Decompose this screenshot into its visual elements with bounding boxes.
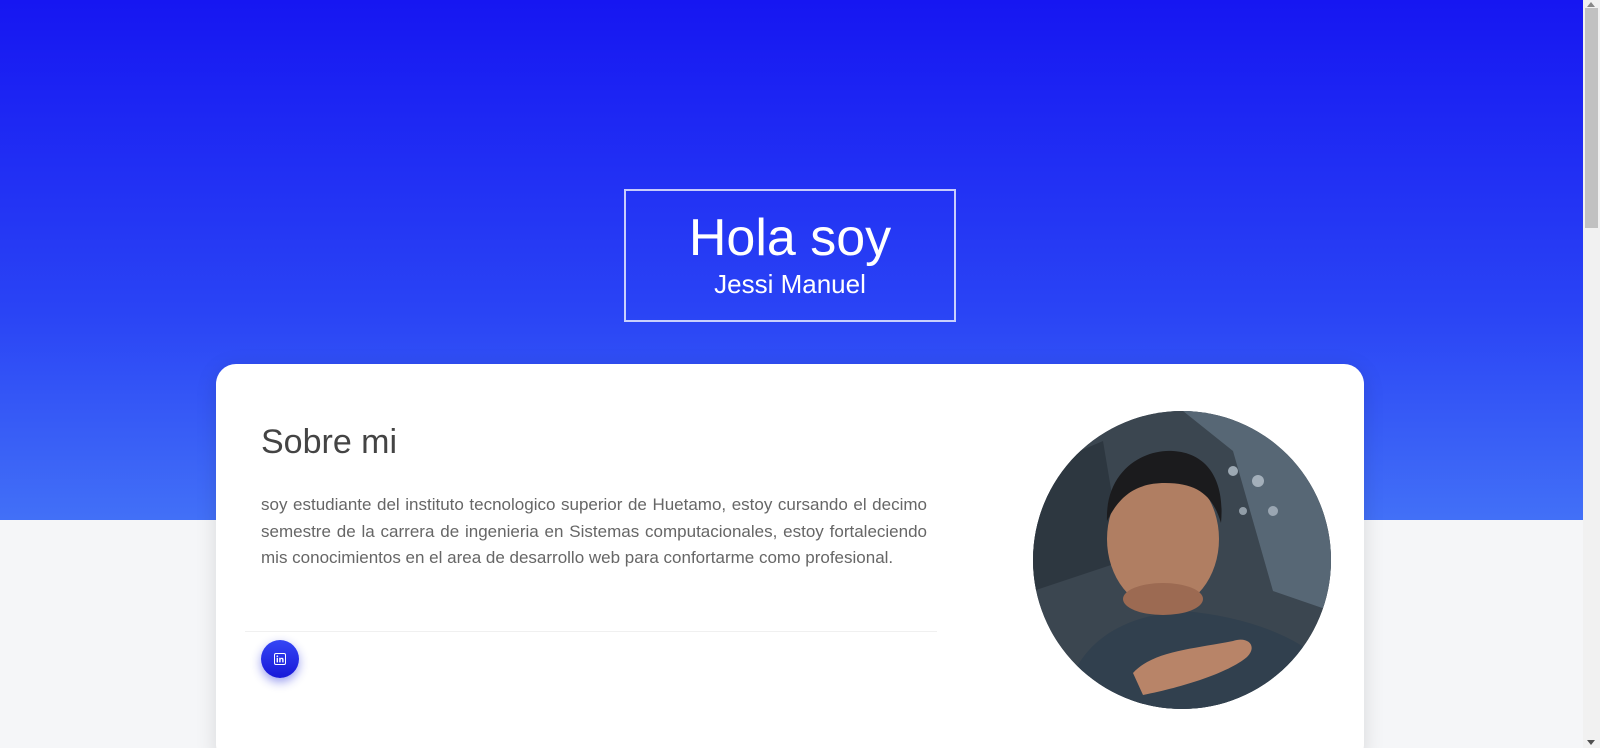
about-description: soy estudiante del instituto tecnologico… bbox=[261, 495, 927, 567]
scrollbar[interactable] bbox=[1583, 0, 1600, 748]
about-heading: Sobre mi bbox=[261, 423, 398, 461]
linkedin-button[interactable] bbox=[261, 640, 299, 678]
scroll-up-arrow-icon[interactable] bbox=[1587, 2, 1595, 7]
scroll-thumb[interactable] bbox=[1585, 8, 1598, 228]
about-card: Sobre mi soy estudiante del instituto te… bbox=[216, 364, 1364, 748]
profile-photo bbox=[1033, 411, 1331, 709]
divider bbox=[245, 631, 937, 632]
hero-title-box: Hola soy Jessi Manuel bbox=[624, 189, 956, 322]
page: Hola soy Jessi Manuel Sobre mi soy estud… bbox=[0, 0, 1600, 748]
scroll-down-arrow-icon[interactable] bbox=[1587, 740, 1595, 745]
hero-title: Hola soy bbox=[688, 209, 892, 267]
linkedin-icon bbox=[274, 653, 286, 665]
hero-name: Jessi Manuel bbox=[714, 269, 866, 299]
